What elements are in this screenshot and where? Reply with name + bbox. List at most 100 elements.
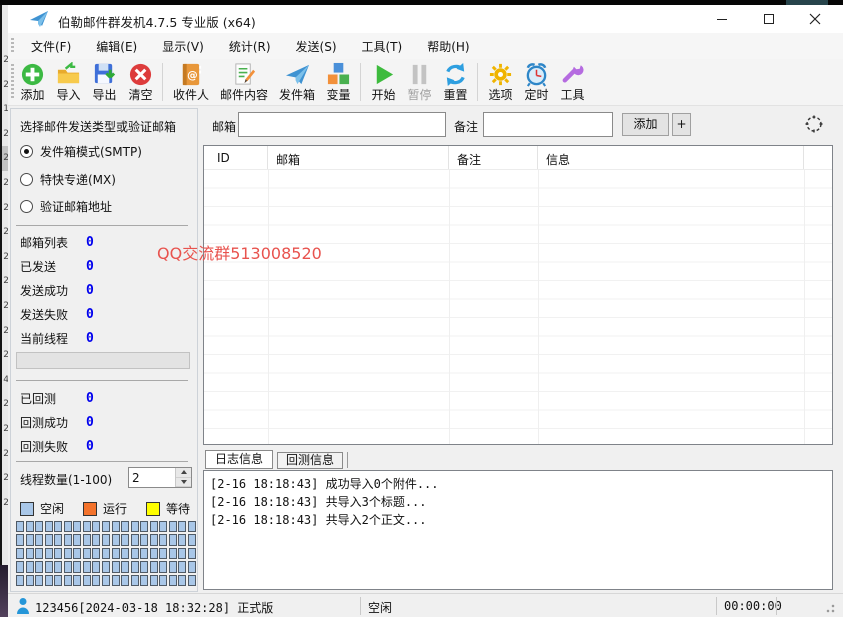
toolbar-separator: [360, 63, 361, 101]
thread-cell: [26, 548, 34, 559]
clear-icon: [128, 62, 153, 87]
minimize-button[interactable]: [705, 5, 739, 33]
toolbar-button-export[interactable]: 导出: [87, 61, 122, 104]
toolbar-button-add[interactable]: 添加: [15, 61, 50, 104]
email-input[interactable]: [238, 112, 446, 137]
add-icon: [20, 62, 45, 87]
add-email-button[interactable]: 添加: [622, 113, 669, 136]
stat-label: 回测成功: [20, 414, 86, 431]
toolbar-button-variables[interactable]: 变量: [321, 61, 356, 104]
toolbar-button-outbox[interactable]: 发件箱: [274, 61, 320, 104]
radio-mx-mode[interactable]: 特快专递(MX): [20, 171, 116, 188]
spinner-up-button[interactable]: [176, 468, 191, 478]
toolbar-button-clear[interactable]: 清空: [123, 61, 158, 104]
toolbar-button-reset[interactable]: 重置: [438, 61, 473, 104]
toolbar-button-timer[interactable]: 定时: [519, 61, 554, 104]
thread-cell: [16, 521, 24, 532]
thread-cell: [83, 521, 91, 532]
log-output[interactable]: [2-16 18:18:43] 成功导入0个附件... [2-16 18:18:…: [203, 470, 833, 590]
thread-cell: [150, 561, 158, 572]
toolbar-button-import[interactable]: 导入: [51, 61, 86, 104]
recipients-icon: @: [179, 62, 204, 87]
thread-cell: [45, 548, 53, 559]
stat-label: 当前线程: [20, 330, 86, 347]
thread-count-stepper[interactable]: 2: [128, 467, 192, 488]
radio-label: 验证邮箱地址: [40, 198, 112, 215]
screen: 2212222222222422222 伯勒邮件群发机4.7.5 专业版 (x6…: [0, 0, 843, 617]
thread-cell: [54, 561, 62, 572]
thread-cell: [64, 575, 72, 586]
thread-cell: [16, 534, 24, 545]
table-body[interactable]: [204, 170, 832, 444]
thread-cell: [92, 561, 100, 572]
paper-plane-icon: [30, 11, 48, 27]
reset-icon: [443, 62, 468, 87]
title-bar[interactable]: 伯勒邮件群发机4.7.5 专业版 (x64): [8, 5, 843, 33]
status-bar: 123456[2024-03-18 18:32:28] 正式版 空闲 00:00…: [8, 593, 843, 617]
plus-button[interactable]: +: [672, 113, 691, 136]
menu-file[interactable]: 文件(F): [23, 34, 79, 59]
thread-cell: [112, 575, 120, 586]
timer-icon: [524, 62, 549, 87]
menu-edit[interactable]: 编辑(E): [88, 34, 145, 59]
thread-cell: [178, 534, 186, 545]
thread-cell: [188, 575, 196, 586]
legend-label: 运行: [103, 500, 127, 517]
column-header-info[interactable]: 信息: [538, 146, 804, 169]
send-mode-title: 选择邮件发送类型或验证邮箱: [20, 118, 176, 135]
divider: [16, 461, 188, 462]
tab-log-info[interactable]: 日志信息: [205, 450, 273, 469]
resize-grip-icon[interactable]: [823, 601, 835, 613]
thread-cell: [159, 575, 167, 586]
stat-current-threads: 当前线程 0: [20, 329, 94, 347]
menu-send[interactable]: 发送(S): [288, 34, 345, 59]
thread-cell: [140, 575, 148, 586]
radio-smtp-mode[interactable]: 发件箱模式(SMTP): [20, 143, 142, 160]
target-icon[interactable]: [805, 115, 823, 133]
thread-cell: [159, 534, 167, 545]
thread-cell: [16, 548, 24, 559]
stat-label: 邮箱列表: [20, 234, 86, 251]
stat-value: 0: [86, 307, 94, 322]
toolbar-button-recipients[interactable]: @ 收件人: [168, 61, 214, 104]
menu-tools[interactable]: 工具(T): [354, 34, 411, 59]
note-input[interactable]: [483, 112, 613, 137]
toolbar-button-label: 添加: [20, 86, 44, 103]
thread-cell: [169, 548, 177, 559]
toolbar-button-mail-content[interactable]: 邮件内容: [215, 61, 273, 104]
mail-list-table[interactable]: ID 邮箱 备注 信息: [203, 145, 833, 445]
legend-waiting: 等待: [146, 500, 190, 517]
column-header-email[interactable]: 邮箱: [268, 146, 449, 169]
column-header-note[interactable]: 备注: [449, 146, 538, 169]
toolbar-button-options[interactable]: 选项: [483, 61, 518, 104]
thread-cell: [16, 575, 24, 586]
toolbar-button-start[interactable]: 开始: [366, 61, 401, 104]
menu-view[interactable]: 显示(V): [154, 34, 212, 59]
thread-cell: [102, 521, 110, 532]
maximize-button[interactable]: [752, 5, 786, 33]
menu-stats[interactable]: 统计(R): [221, 34, 279, 59]
toolbar-button-label: 邮件内容: [220, 86, 268, 103]
column-line: [268, 170, 269, 444]
column-line: [449, 170, 450, 444]
elapsed-timer: 00:00:00: [724, 599, 782, 613]
toolbar-button-tools[interactable]: 工具: [555, 61, 590, 104]
tab-test-info[interactable]: 回测信息: [277, 452, 343, 469]
stat-value: 0: [86, 415, 94, 430]
thread-cell: [140, 534, 148, 545]
close-button[interactable]: [798, 5, 832, 33]
radio-label: 特快专递(MX): [40, 171, 116, 188]
thread-cell: [83, 575, 91, 586]
thread-cell: [169, 561, 177, 572]
spinner-down-button[interactable]: [176, 478, 191, 488]
stat-send-fail: 发送失败 0: [20, 305, 94, 323]
menu-help[interactable]: 帮助(H): [419, 34, 477, 59]
radio-verify-mode[interactable]: 验证邮箱地址: [20, 198, 112, 215]
thread-cell: [121, 561, 129, 572]
legend-label: 空闲: [40, 500, 64, 517]
thread-cell: [188, 561, 196, 572]
column-header-id[interactable]: ID: [204, 146, 268, 169]
status-separator: [360, 597, 361, 615]
thread-cell: [45, 561, 53, 572]
log-line: [2-16 18:18:43] 共导入2个正文...: [210, 511, 832, 529]
